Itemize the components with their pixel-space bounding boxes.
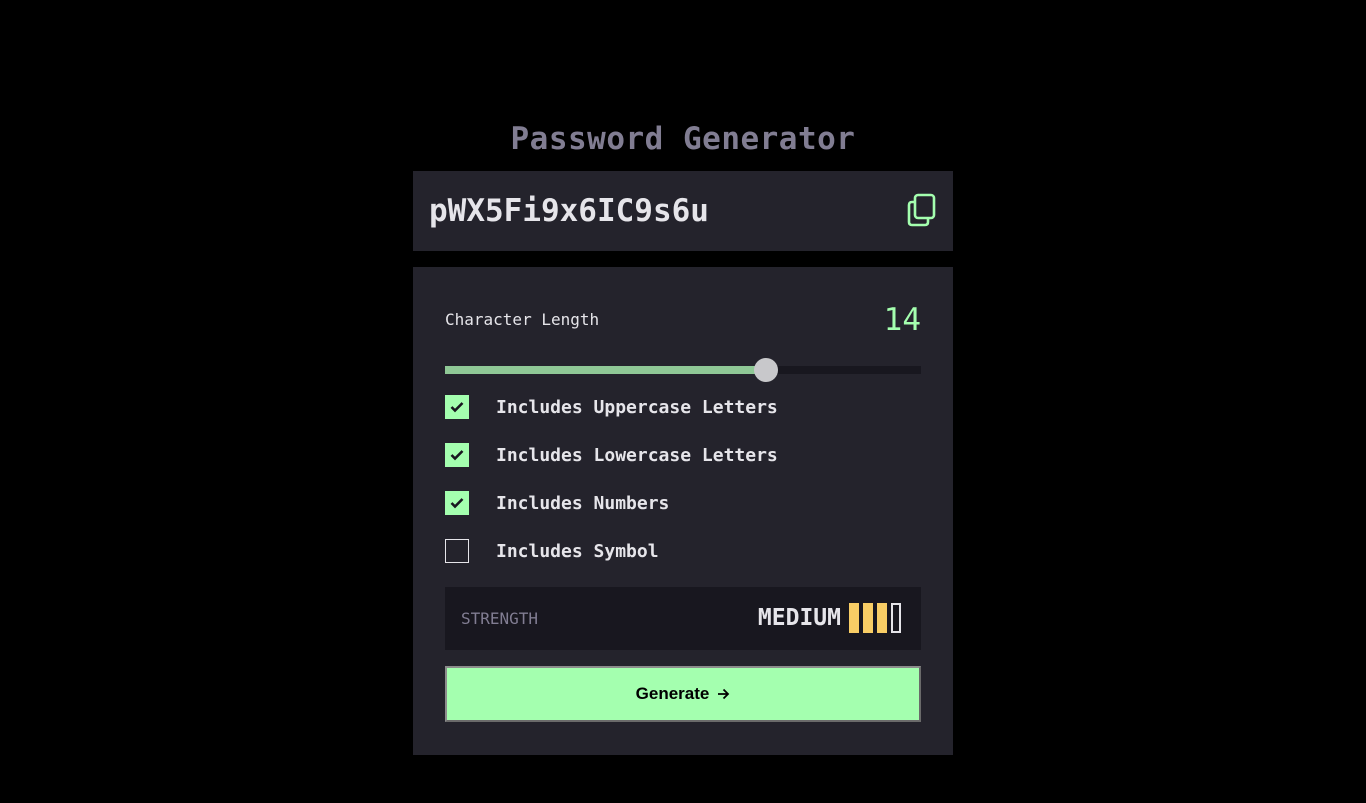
character-length-value: 14 — [883, 302, 921, 338]
arrow-right-icon — [718, 688, 730, 700]
strength-bar — [891, 603, 901, 633]
option-label: Includes Uppercase Letters — [496, 397, 778, 418]
settings-panel: Character Length 14 Includes Uppercase L… — [413, 267, 953, 755]
option-includes-uppercase-letters[interactable]: Includes Uppercase Letters — [445, 395, 921, 421]
character-length-label: Character Length — [445, 310, 600, 329]
strength-bar — [863, 603, 873, 633]
generate-button[interactable]: Generate — [445, 666, 921, 722]
option-label: Includes Numbers — [496, 493, 670, 514]
strength-bars — [849, 603, 905, 633]
copy-button[interactable] — [907, 193, 939, 229]
password-output: pWX5Fi9x6IC9s6u — [413, 171, 953, 251]
copy-icon — [907, 193, 936, 227]
option-label: Includes Lowercase Letters — [496, 445, 778, 466]
strength-value: MEDIUM — [757, 605, 841, 631]
option-includes-lowercase-letters[interactable]: Includes Lowercase Letters — [445, 443, 921, 469]
checkbox[interactable] — [445, 491, 469, 515]
strength-bar — [877, 603, 887, 633]
option-label: Includes Symbol — [496, 541, 659, 562]
length-slider[interactable] — [445, 358, 921, 382]
option-includes-symbol[interactable]: Includes Symbol — [445, 539, 921, 565]
checkbox[interactable] — [445, 395, 469, 419]
strength-label: STRENGTH — [461, 609, 539, 628]
check-icon — [450, 402, 464, 413]
check-icon — [450, 450, 464, 461]
page-title: Password Generator — [510, 120, 856, 157]
password-text: pWX5Fi9x6IC9s6u — [429, 193, 709, 229]
strength-meter: STRENGTH MEDIUM — [445, 587, 921, 650]
check-icon — [450, 498, 464, 509]
generate-label: Generate — [635, 684, 710, 703]
slider-fill — [445, 366, 766, 374]
slider-thumb[interactable] — [754, 358, 778, 382]
option-includes-numbers[interactable]: Includes Numbers — [445, 491, 921, 517]
checkbox[interactable] — [445, 443, 469, 467]
checkbox[interactable] — [445, 539, 469, 563]
strength-bar — [849, 603, 859, 633]
